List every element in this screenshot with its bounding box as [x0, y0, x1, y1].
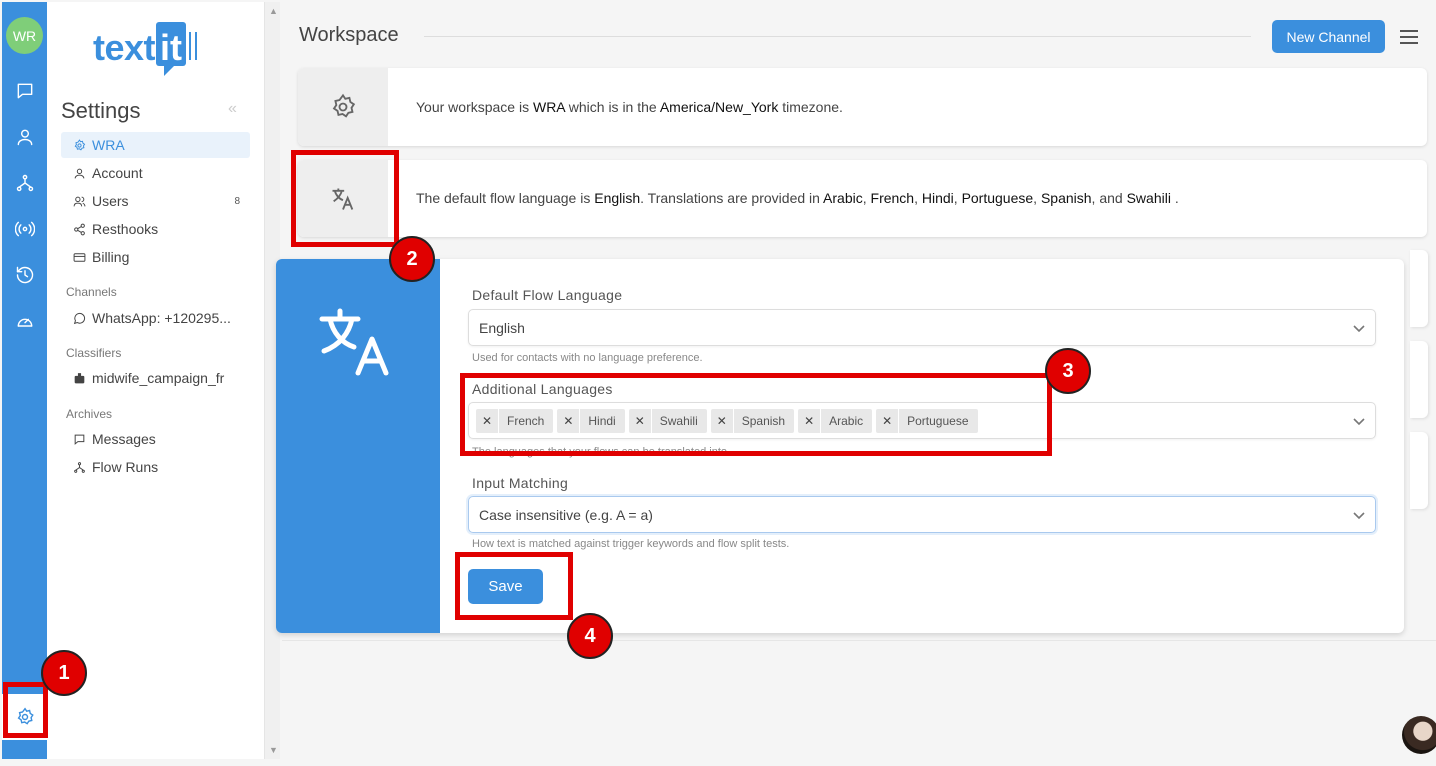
settings-sidebar: text it Settings « WRA Account Users 8 Re…	[47, 2, 264, 759]
gear-icon	[298, 68, 388, 146]
highlight-box-additional-languages	[460, 373, 1052, 456]
default-language-value: English	[479, 319, 525, 336]
share-icon	[74, 223, 85, 235]
workspace-summary: Your workspace is WRA which is in the Am…	[416, 99, 843, 115]
chat-icon[interactable]	[14, 80, 36, 102]
sidebar-item-wra[interactable]: WRA	[61, 132, 250, 158]
sidebar-item-label: Messages	[92, 431, 156, 447]
sidebar-item-label: Resthooks	[92, 221, 159, 237]
sidebar-item-users[interactable]: Users 8	[61, 188, 250, 214]
page-title: Workspace	[299, 24, 399, 46]
language-card[interactable]: The default flow language is English. Tr…	[298, 160, 1427, 237]
sidebar-item-label: Billing	[92, 249, 130, 265]
archives-section-label: Archives	[66, 407, 113, 421]
sidebar-item-label: Account	[92, 165, 143, 181]
card-stub	[1410, 250, 1428, 327]
message-icon	[74, 434, 85, 445]
card-stub	[1410, 432, 1428, 509]
chevron-down-icon	[1353, 321, 1365, 333]
flow-icon	[74, 461, 85, 473]
contacts-icon[interactable]	[14, 126, 36, 148]
settings-title: Settings	[61, 98, 141, 123]
language-summary: The default flow language is English. Tr…	[416, 190, 1179, 206]
gear-icon	[74, 138, 86, 151]
history-icon[interactable]	[14, 264, 36, 286]
language-panel-sidebar	[276, 259, 440, 633]
user-avatar-photo[interactable]	[1402, 716, 1436, 754]
sidebar-item-classifier[interactable]: midwife_campaign_fr	[61, 365, 250, 391]
whatsapp-icon	[73, 312, 86, 324]
step-badge-4: 4	[567, 613, 613, 659]
sidebar-item-label: midwife_campaign_fr	[92, 370, 225, 386]
chevron-down-icon	[1353, 508, 1365, 520]
card-icon	[73, 252, 86, 262]
channels-icon[interactable]	[14, 218, 36, 240]
scroll-up-arrow-icon[interactable]: ▲	[269, 6, 278, 16]
default-language-help: Used for contacts with no language prefe…	[472, 352, 703, 364]
sidebar-item-flow-runs[interactable]: Flow Runs	[61, 454, 250, 480]
title-divider	[424, 36, 1251, 37]
sidebar-item-label: Users	[92, 193, 129, 209]
icon-rail: WR	[2, 2, 47, 759]
textit-logo[interactable]: text it	[93, 22, 198, 78]
translate-icon	[319, 308, 389, 376]
highlight-box-save	[455, 552, 573, 620]
sidebar-item-label: WRA	[92, 137, 125, 153]
step-badge-2: 2	[389, 236, 435, 282]
highlight-box-language-card	[291, 150, 399, 247]
workspace-card[interactable]: Your workspace is WRA which is in the Am…	[298, 68, 1427, 146]
classifiers-section-label: Classifiers	[66, 346, 122, 360]
sidebar-item-resthooks[interactable]: Resthooks	[61, 216, 250, 242]
channels-section-label: Channels	[66, 285, 117, 299]
input-matching-select[interactable]: Case insensitive (e.g. A = a)	[468, 496, 1376, 533]
input-matching-label: Input Matching	[472, 475, 569, 491]
sidebar-item-messages[interactable]: Messages	[61, 426, 250, 452]
robot-icon	[74, 372, 85, 383]
scroll-down-arrow-icon[interactable]: ▼	[269, 745, 278, 755]
hamburger-icon[interactable]	[1400, 30, 1418, 44]
sidebar-item-whatsapp[interactable]: WhatsApp: +120295...	[61, 305, 250, 331]
input-matching-value: Case insensitive (e.g. A = a)	[479, 506, 653, 523]
flows-icon[interactable]	[14, 172, 36, 194]
highlight-box-settings	[3, 682, 48, 738]
card-stub	[1410, 341, 1428, 418]
sidebar-item-account[interactable]: Account	[61, 160, 250, 186]
dashboard-icon[interactable]	[14, 310, 36, 332]
sidebar-item-label: Flow Runs	[92, 459, 159, 475]
user-icon	[74, 168, 85, 178]
default-language-label: Default Flow Language	[472, 287, 623, 303]
default-language-select[interactable]: English	[468, 309, 1376, 346]
divider	[282, 640, 1436, 641]
collapse-icon[interactable]: «	[228, 100, 237, 118]
chevron-down-icon	[1353, 414, 1365, 426]
users-count: 8	[234, 195, 240, 207]
step-badge-1: 1	[41, 650, 87, 696]
sidebar-item-label: WhatsApp: +120295...	[92, 310, 231, 326]
input-matching-help: How text is matched against trigger keyw…	[472, 538, 790, 550]
new-channel-button[interactable]: New Channel	[1272, 20, 1385, 53]
avatar[interactable]: WR	[6, 17, 43, 54]
sidebar-item-billing[interactable]: Billing	[61, 244, 250, 270]
step-badge-3: 3	[1045, 348, 1091, 394]
users-icon	[73, 196, 86, 206]
